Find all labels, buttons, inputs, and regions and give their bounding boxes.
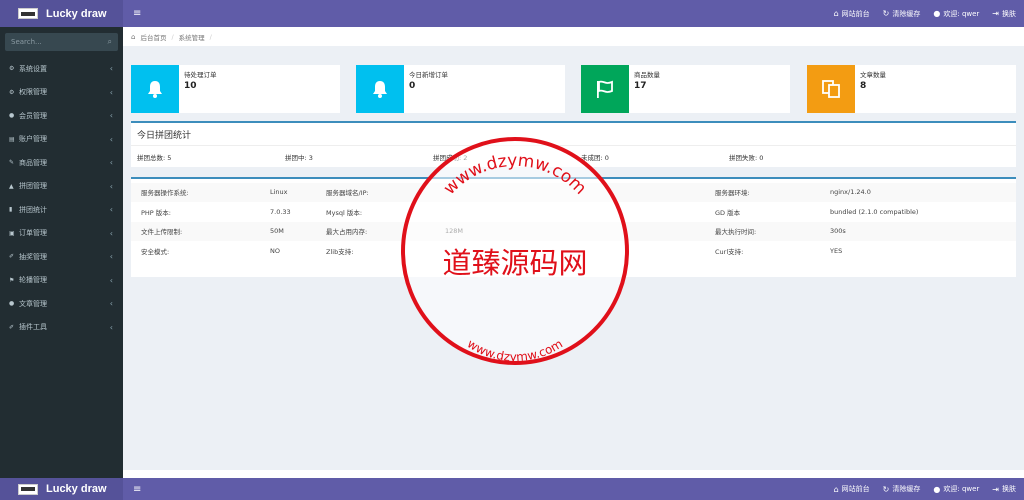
site-frontend-link[interactable]: ⌂ 网站前台 — [834, 484, 870, 494]
breadcrumb-home[interactable]: 后台首页 — [140, 32, 166, 42]
sidebar-item-system-settings[interactable]: ⚙ 系统设置 ‹ — [0, 57, 123, 81]
chevron-left-icon: ‹ — [109, 228, 113, 238]
stat-label: 商品数量 — [634, 71, 660, 79]
search-input[interactable] — [11, 38, 97, 46]
logo-icon — [18, 483, 38, 495]
top-navbar: Lucky draw ≡ ⌂ 网站前台 ↻ 清除缓存 ● 欢迎: qwer ⇥ … — [0, 0, 1024, 27]
stat-article-count: 文章数量 8 — [807, 65, 1016, 113]
stat-value: 0 — [409, 81, 416, 91]
breadcrumb-current: 系统管理 — [178, 33, 205, 42]
server-info-table: 服务器操作系统: Linux 服务器域名/IP: 服务器环境: nginx/1.… — [131, 183, 1016, 261]
group-stats-box: 今日拼团统计 拼团总数: 5 拼团中: 3 拼团成功: 2 未成团: 0 拼团失… — [131, 121, 1016, 167]
app-title: Lucky draw — [46, 483, 107, 495]
user-menu[interactable]: ● 欢迎: qwer — [933, 484, 979, 494]
flag-icon: ⚑ — [9, 276, 15, 284]
chevron-left-icon: ‹ — [109, 252, 113, 262]
bar-chart-icon: ▮ — [9, 206, 13, 214]
chevron-left-icon: ‹ — [109, 322, 113, 332]
user-menu[interactable]: ● 欢迎: qwer — [933, 9, 979, 19]
server-info-box: 服务器操作系统: Linux 服务器域名/IP: 服务器环境: nginx/1.… — [131, 177, 1016, 277]
sidebar-menu: ⚙ 系统设置 ‹ ⚙ 权限管理 ‹ ● 会员管理 ‹ ▤ 账户管理 ‹ ✎ 商品管理 ‹ ▲ 拼团管理… — [0, 57, 123, 339]
comments-icon: ● — [9, 300, 15, 308]
home-icon: ⌂ — [833, 484, 839, 494]
signout-icon: ⇥ — [992, 484, 999, 494]
sidebar-item-members[interactable]: ● 会员管理 ‹ — [0, 104, 123, 128]
stat-value: 8 — [860, 81, 867, 91]
sidebar-item-carousel[interactable]: ⚑ 轮播管理 ‹ — [0, 269, 123, 293]
table-row: PHP 版本: 7.0.33 Mysql 版本: GD 版本 bundled (… — [131, 202, 1016, 222]
clear-cache-link[interactable]: ↻ 清除缓存 — [883, 484, 921, 494]
plug-icon: ✐ — [9, 323, 15, 331]
sidebar-item-articles[interactable]: ● 文章管理 ‹ — [0, 292, 123, 316]
skin-link[interactable]: ⇥ 换肤 — [992, 484, 1016, 494]
site-frontend-link[interactable]: ⌂ 网站前台 — [834, 9, 870, 19]
stat-label: 今日新增订单 — [409, 71, 448, 79]
breadcrumb: ⌂ 后台首页 / 系统管理 / — [123, 27, 1024, 46]
user-icon: ● — [933, 484, 941, 494]
chevron-left-icon: ‹ — [109, 134, 113, 144]
sidebar-item-products[interactable]: ✎ 商品管理 ‹ — [0, 151, 123, 175]
sidebar-item-permissions[interactable]: ⚙ 权限管理 ‹ — [0, 81, 123, 105]
edit-icon: ✎ — [9, 159, 15, 167]
ticket-icon: ▣ — [9, 229, 15, 237]
refresh-icon: ↻ — [882, 484, 890, 494]
stat-value: 10 — [184, 81, 197, 91]
flag-icon — [581, 65, 629, 113]
chevron-left-icon: ‹ — [109, 158, 113, 168]
sidebar-item-groups[interactable]: ▲ 拼团管理 ‹ — [0, 175, 123, 199]
bell-icon — [356, 65, 404, 113]
table-row: 文件上传限制: 50M 最大占用内存: 128M 最大执行时间: 300s — [131, 222, 1016, 242]
signout-icon: ⇥ — [992, 9, 999, 18]
stat-value: 17 — [634, 81, 647, 91]
sidebar-item-orders[interactable]: ▣ 订单管理 ‹ — [0, 222, 123, 246]
refresh-icon: ↻ — [882, 9, 890, 18]
stat-today-orders: 今日新增订单 0 — [356, 65, 565, 113]
file-icon: ▤ — [9, 135, 15, 143]
bell-icon: ▲ — [9, 182, 14, 190]
skin-link[interactable]: ⇥ 换肤 — [992, 9, 1016, 19]
footer — [123, 470, 1024, 478]
chevron-left-icon: ‹ — [109, 64, 113, 74]
stat-label: 文章数量 — [860, 71, 886, 79]
group-stats-title: 今日拼团统计 — [131, 123, 1016, 146]
chevron-left-icon: ‹ — [109, 111, 113, 121]
sidebar: ⌕ ⚙系统设置‹ ⚙权限管理‹ ●会员管理‹ ▤账户管理‹ ✎商品管理‹ ▲拼团… — [0, 27, 123, 478]
stat-product-count: 商品数量 17 — [581, 65, 790, 113]
bottom-navbar: Lucky draw ≡ ⌂ 网站前台 ↻ 清除缓存 ● 欢迎: qwer ⇥ … — [0, 478, 1024, 500]
stat-pending-orders: 待处理订单 10 — [131, 65, 340, 113]
chevron-left-icon: ‹ — [109, 299, 113, 309]
main-content: ⌂ 后台首页 / 系统管理 / 待处理订单 10 今日新增订单 0 商品数量 1… — [123, 27, 1024, 478]
app-title: Lucky draw — [46, 7, 107, 20]
chevron-left-icon: ‹ — [109, 275, 113, 285]
bell-icon — [131, 65, 179, 113]
sidebar-item-group-stats[interactable]: ▮ 拼团统计 ‹ — [0, 198, 123, 222]
gavel-icon: ✐ — [9, 253, 15, 261]
search-icon[interactable]: ⌕ — [108, 37, 112, 47]
home-icon: ⌂ — [131, 32, 136, 41]
files-icon — [807, 65, 855, 113]
user-icon: ● — [933, 9, 941, 18]
sidebar-item-accounts[interactable]: ▤ 账户管理 ‹ — [0, 128, 123, 152]
logo-area[interactable]: Lucky draw — [0, 0, 123, 27]
sidebar-search: ⌕ — [5, 33, 118, 51]
menu-icon[interactable]: ≡ — [133, 484, 141, 495]
chevron-left-icon: ‹ — [109, 181, 113, 191]
chevron-left-icon: ‹ — [109, 87, 113, 97]
table-row: 服务器操作系统: Linux 服务器域名/IP: 服务器环境: nginx/1.… — [131, 183, 1016, 203]
clear-cache-link[interactable]: ↻ 清除缓存 — [883, 9, 921, 19]
gears-icon: ⚙ — [9, 88, 15, 96]
sidebar-item-lottery[interactable]: ✐ 抽奖管理 ‹ — [0, 245, 123, 269]
table-row: 安全模式: NO Zlib支持: Curl支持: YES — [131, 241, 1016, 261]
logo-area[interactable]: Lucky draw — [0, 478, 123, 500]
gear-icon: ⚙ — [9, 65, 15, 73]
group-stats-row: 拼团总数: 5 拼团中: 3 拼团成功: 2 未成团: 0 拼团失败: 0 — [137, 154, 764, 162]
user-icon: ● — [9, 112, 15, 120]
logo-icon — [18, 8, 38, 19]
home-icon: ⌂ — [833, 9, 839, 18]
stat-label: 待处理订单 — [184, 71, 217, 79]
sidebar-item-plugins[interactable]: ✐ 插件工具 ‹ — [0, 316, 123, 340]
menu-icon[interactable]: ≡ — [133, 8, 141, 19]
chevron-left-icon: ‹ — [109, 205, 113, 215]
